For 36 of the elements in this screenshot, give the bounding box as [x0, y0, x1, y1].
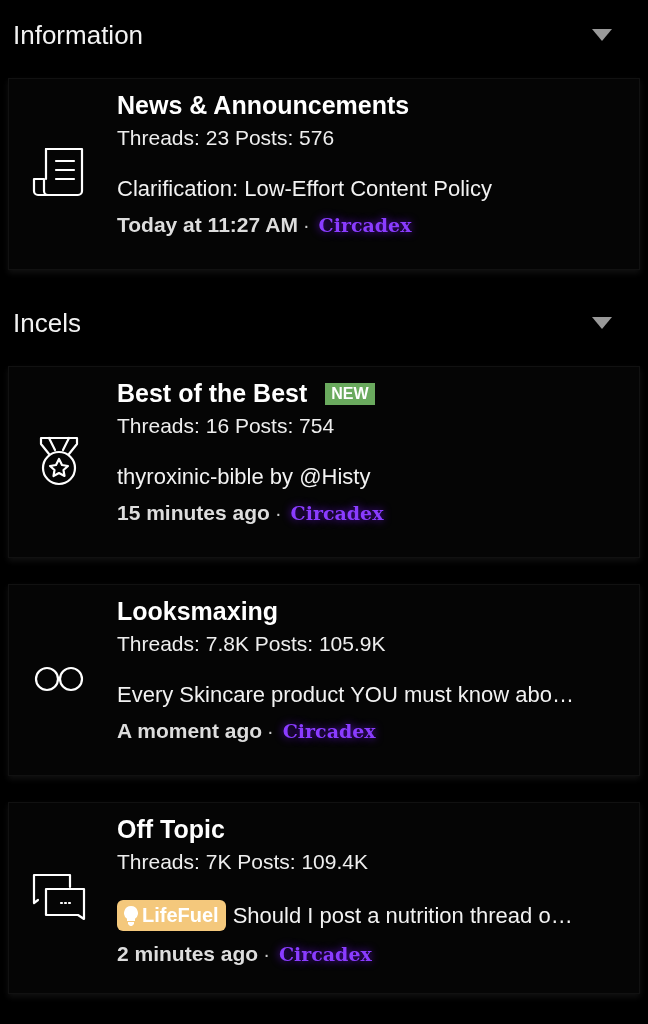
separator: · — [267, 719, 274, 743]
section-title: Information — [13, 19, 144, 51]
caret-icon[interactable] — [592, 29, 612, 41]
latest-thread-link[interactable]: Every Skincare product YOU must know abo… — [117, 682, 574, 708]
medal-icon — [37, 434, 81, 488]
forum-stats: Threads: 23 Posts: 576 — [117, 126, 336, 150]
post-time: 15 minutes ago — [117, 501, 270, 525]
forum-title[interactable]: Looksmaxing — [117, 597, 279, 626]
forum-title[interactable]: Off Topic — [117, 815, 225, 844]
bulb-icon — [124, 905, 138, 926]
username-link[interactable]: Circadex — [314, 212, 416, 238]
post-time: Today at 11:27 AM — [117, 213, 298, 237]
forum-title[interactable]: Best of the Best — [117, 379, 308, 408]
post-time: 2 minutes ago — [117, 942, 259, 966]
username-link[interactable]: Circadex — [274, 941, 376, 967]
section-header[interactable]: Information — [0, 0, 648, 70]
forum-stats: Threads: 16 Posts: 754 — [117, 414, 336, 438]
section-header[interactable]: Incels — [0, 288, 648, 358]
post-time: A moment ago — [117, 719, 263, 743]
forum-title[interactable]: News & Announcements — [117, 91, 410, 120]
chat-icon — [32, 871, 86, 923]
separator: · — [263, 942, 270, 966]
username-link[interactable]: Circadex — [278, 718, 380, 744]
username-link[interactable]: Circadex — [286, 500, 388, 526]
caret-icon[interactable] — [592, 317, 612, 329]
latest-thread-link[interactable]: thyroxinic-bible by @Histy — [117, 464, 371, 490]
thread-prefix: LifeFuel — [117, 900, 226, 931]
separator: · — [274, 501, 282, 525]
infinity-icon — [33, 665, 85, 693]
separator: · — [302, 213, 310, 237]
forum-stats: Threads: 7.8K Posts: 105.9K — [117, 632, 387, 656]
latest-thread-link[interactable]: Clarification: Low-Effort Content Policy — [117, 176, 492, 202]
forum-stats: Threads: 7K Posts: 109.4K — [117, 850, 369, 874]
section-title: Incels — [13, 307, 81, 339]
latest-thread-link[interactable]: Should I post a nutrition thread o… — [232, 902, 573, 929]
new-badge: NEW — [325, 382, 375, 405]
